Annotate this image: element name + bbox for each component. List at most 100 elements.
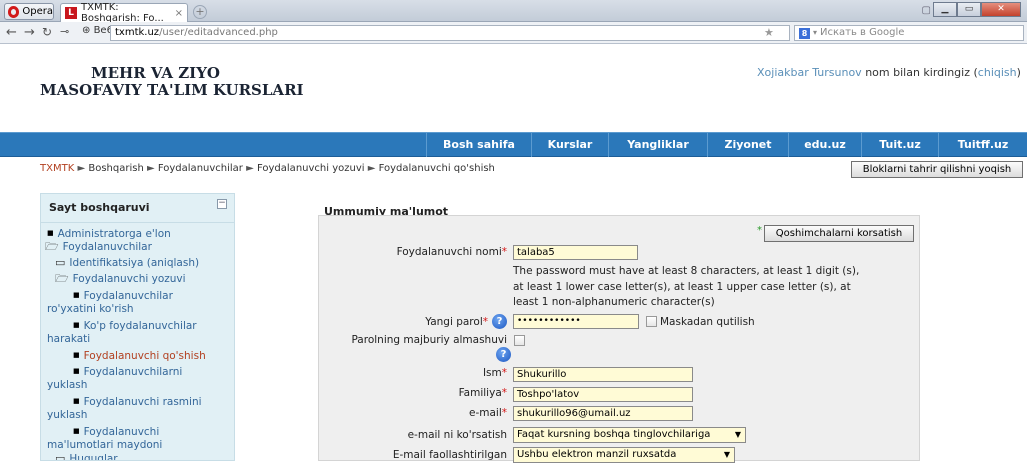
breadcrumb-item-accounts[interactable]: Foydalanuvchi yozuvi [257, 163, 365, 174]
breadcrumb-item-admin[interactable]: Boshqarish [88, 163, 143, 174]
folder-closed-icon: ▭ [55, 256, 66, 269]
address-bar[interactable]: txmtk.uz/user/editadvanced.php [110, 25, 790, 41]
bullet-icon: ■ [47, 229, 54, 237]
sidebar-item-label-cont[interactable]: ro'yxatini ko'rish [47, 302, 134, 316]
maximize-icon[interactable]: ▭ [957, 2, 981, 17]
sidebar-item-label: Foydalanuvchi qo'shish [83, 350, 206, 362]
logout-link[interactable]: chiqish [978, 66, 1017, 79]
password-input[interactable]: •••••••••••• [513, 314, 639, 329]
email-label-text: e-mail [469, 407, 502, 419]
browser-tab[interactable]: L TXMTK: Boshqarish: Fo... × [60, 2, 188, 24]
help-icon[interactable]: ? [492, 314, 507, 329]
breadcrumb-item-home[interactable]: TXMTK [40, 163, 74, 174]
login-text-close: ) [1016, 66, 1021, 79]
sidebar-item-accounts[interactable]: 🗁 Foydalanuvchi yozuvi [55, 272, 186, 286]
menu-item-edu[interactable]: edu.uz [788, 133, 861, 157]
sidebar-item-label: Foydalanuvchi [83, 426, 160, 438]
site-favicon-icon: L [65, 7, 77, 19]
site-logo-line1: MEHR VA ZIYO [91, 64, 220, 82]
login-text: nom bilan kirdingiz ( [861, 66, 978, 79]
sidebar-item-users[interactable]: 🗁 Foydalanuvchilar [45, 240, 152, 254]
dropdown-arrow-icon: ▼ [734, 430, 741, 439]
breadcrumb-item-users[interactable]: Foydalanuvchilar [158, 163, 243, 174]
email-enabled-label: E-mail faollashtirilgan [392, 449, 507, 461]
lastname-input[interactable]: Toshpo'latov [513, 387, 693, 402]
lastname-label-text: Familiya [458, 387, 502, 399]
menu-item-ziyonet[interactable]: Ziyonet [707, 133, 788, 157]
sidebar-item-label-cont[interactable]: harakati [47, 332, 90, 346]
sidebar-item-profile-fields[interactable]: ■ Foydalanuvchi [73, 424, 159, 439]
sidebar-item-label: Foydalanuvchilar [83, 290, 173, 302]
sidebar-item-browse-users[interactable]: ■ Foydalanuvchilar [73, 288, 173, 303]
menu-item-tuitff[interactable]: Tuitff.uz [938, 133, 1027, 157]
search-input[interactable]: 8 ▾ Искать в Google [794, 25, 1024, 41]
folder-closed-icon: ▭ [55, 452, 66, 461]
menu-item-courses[interactable]: Kurslar [531, 133, 608, 157]
bookmark-star-icon[interactable]: ★ [764, 26, 774, 39]
sidebar-item-upload-users[interactable]: ■ Foydalanuvchilarni [73, 364, 182, 379]
speed-dial-icon: ⊛ [82, 25, 94, 36]
menu-item-news[interactable]: Yangliklar [608, 133, 707, 157]
sidebar-item-authentication[interactable]: ▭ Identifikatsiya (aniqlash) [55, 256, 199, 270]
user-profile-link[interactable]: Xojiakbar Tursunov [757, 66, 862, 79]
username-input[interactable]: talaba5 [513, 245, 638, 260]
breadcrumb: TXMTK ► Boshqarish ► Foydalanuvchilar ► … [40, 163, 495, 174]
close-window-icon[interactable]: ✕ [981, 2, 1021, 17]
sidebar-item-label-cont[interactable]: yuklash [47, 408, 87, 422]
sidebar-item-label: Ko'p foydalanuvchilar [83, 320, 197, 332]
sidebar-item-permissions[interactable]: ▭ Huquqlar [55, 452, 118, 461]
firstname-input[interactable]: Shukurillo [513, 367, 693, 382]
search-dropdown-icon[interactable]: ▾ [813, 26, 817, 40]
help-icon[interactable]: ? [496, 347, 511, 362]
breadcrumb-separator: ► [367, 163, 376, 174]
sidebar-item-label: Foydalanuvchilarni [83, 366, 183, 378]
dropdown-arrow-icon: ▼ [723, 450, 730, 459]
email-input[interactable]: shukurillo96@umail.uz [513, 406, 693, 421]
forward-icon[interactable]: → [24, 25, 35, 40]
tab-menu-icon[interactable]: ▢ [922, 5, 931, 16]
unmask-checkbox[interactable] [646, 316, 657, 327]
main-menu: Bosh sahifa Kurslar Yangliklar Ziyonet e… [0, 132, 1027, 157]
tab-close-icon[interactable]: × [175, 8, 183, 19]
collapse-icon[interactable]: − [217, 199, 227, 209]
opera-menu-button[interactable]: Opera [4, 3, 54, 20]
sidebar-item-label: Foydalanuvchi rasmini [83, 396, 202, 408]
sidebar-item-label-cont[interactable]: yuklash [47, 378, 87, 392]
force-password-change-checkbox[interactable] [514, 335, 525, 346]
menu-item-home[interactable]: Bosh sahifa [426, 133, 531, 157]
show-advanced-button[interactable]: Qoshimchalarni korsatish [764, 225, 914, 242]
username-label: Foydalanuvchi nomi* [312, 246, 507, 258]
sidebar-item-upload-pictures[interactable]: ■ Foydalanuvchi rasmini [73, 394, 202, 409]
folder-open-icon: 🗁 [55, 272, 69, 285]
login-info: Xojiakbar Tursunov nom bilan kirdingiz (… [757, 66, 1021, 79]
url-path: /user/editadvanced.php [159, 27, 278, 38]
sidebar-tree: ■ Administratorga e'lon 🗁 Foydalanuvchilar… [41, 222, 234, 461]
required-marker: * [501, 367, 507, 379]
url-host: txmtk.uz [115, 27, 160, 38]
sidebar-title: Sayt boshqaruvi [49, 201, 150, 214]
required-marker: * [757, 225, 762, 236]
email-display-select[interactable]: Faqat kursning boshqa tinglovchilariga ▼ [513, 427, 746, 443]
search-placeholder: Искать в Google [820, 27, 905, 38]
new-tab-button[interactable]: + [193, 5, 207, 19]
minimize-icon[interactable]: ▁ [933, 2, 957, 17]
sidebar-item-bulk-actions[interactable]: ■ Ko'p foydalanuvchilar [73, 318, 197, 333]
opera-logo-icon [8, 5, 20, 18]
back-icon[interactable]: ← [6, 25, 17, 40]
edit-blocks-button[interactable]: Bloklarni tahrir qilishni yoqish [851, 161, 1023, 178]
breadcrumb-separator: ► [146, 163, 155, 174]
reload-icon[interactable]: ↻ [42, 25, 52, 39]
key-icon[interactable]: ⊸ [60, 25, 69, 38]
speed-dial-indicator[interactable]: ⊛ Be6 [82, 25, 113, 36]
sidebar-item-add-user[interactable]: ■ Foydalanuvchi qo'shish [73, 348, 206, 363]
unmask-label: Maskadan qutilish [660, 316, 755, 328]
breadcrumb-separator: ► [77, 163, 86, 174]
menu-item-tuit[interactable]: Tuit.uz [861, 133, 938, 157]
breadcrumb-item-current: Foydalanuvchi qo'shish [378, 163, 495, 174]
username-label-text: Foydalanuvchi nomi [396, 246, 502, 258]
sidebar-item-label-cont[interactable]: ma'lumotlari maydoni [47, 438, 162, 452]
sidebar-item-label: Administratorga e'lon [57, 228, 171, 240]
sidebar-item-label: Foydalanuvchilar [62, 241, 152, 253]
sidebar-item-label: Huquqlar [69, 453, 118, 461]
sidebar-item-notifications[interactable]: ■ Administratorga e'lon [47, 226, 171, 241]
